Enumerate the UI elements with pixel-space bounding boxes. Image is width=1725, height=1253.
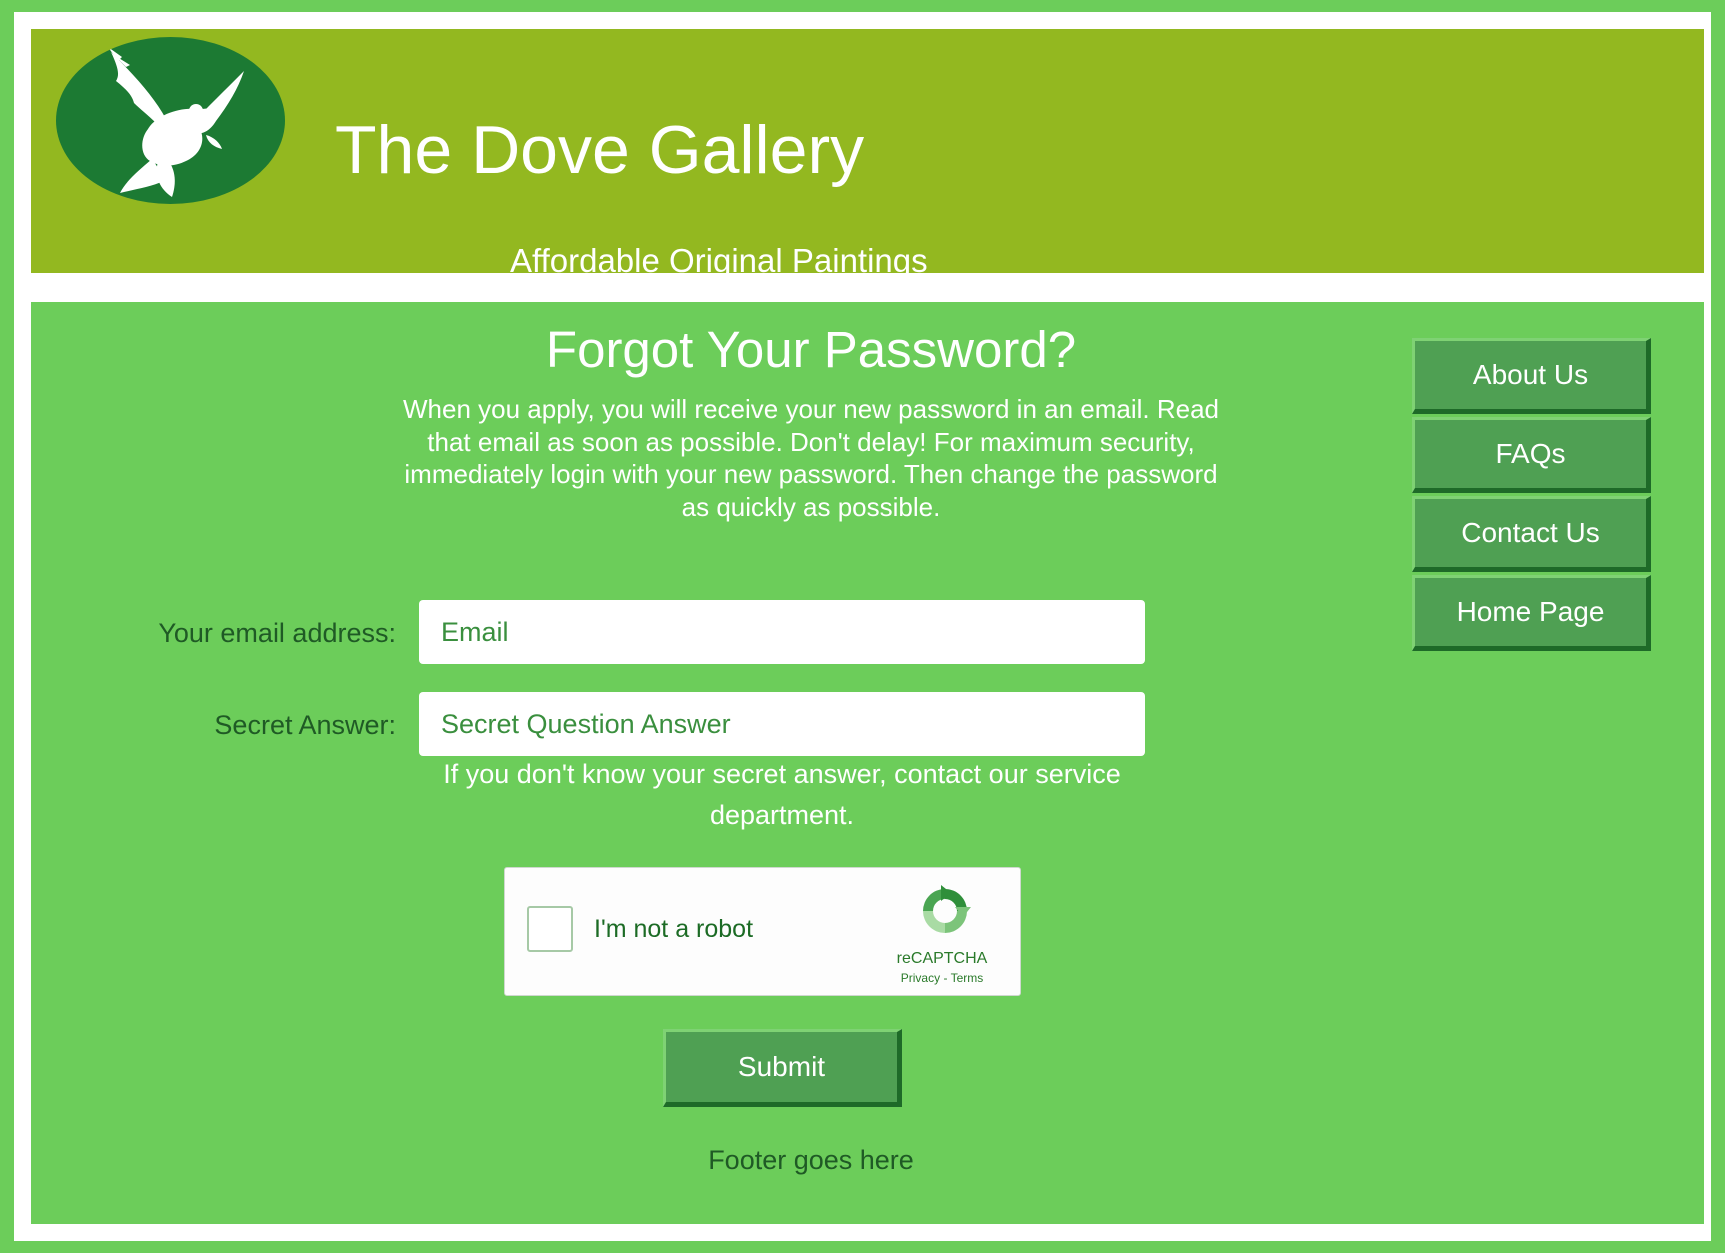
- main-content: Forgot Your Password? When you apply, yo…: [31, 302, 1704, 1224]
- dove-icon[interactable]: [56, 37, 285, 204]
- footer: Footer goes here: [708, 1145, 914, 1175]
- recaptcha-privacy-link[interactable]: Privacy: [901, 971, 940, 985]
- intro-text: When you apply, you will receive your ne…: [402, 394, 1220, 522]
- site-title: The Dove Gallery: [335, 112, 865, 188]
- recaptcha-label: I'm not a robot: [594, 915, 754, 943]
- nav-contact-us-button[interactable]: Contact Us: [1412, 496, 1651, 572]
- recaptcha-icon: [923, 885, 971, 933]
- secret-answer-field[interactable]: [419, 692, 1145, 756]
- recaptcha-checkbox[interactable]: [527, 906, 573, 952]
- submit-button[interactable]: Submit: [663, 1029, 902, 1107]
- site-tagline: Affordable Original Paintings: [510, 242, 928, 279]
- nav-faqs-button[interactable]: FAQs: [1412, 417, 1651, 493]
- email-field[interactable]: [419, 600, 1145, 664]
- recaptcha-widget: I'm not a robot reCAPTCHA Privacy - Term…: [504, 867, 1021, 996]
- nav-home-page-button[interactable]: Home Page: [1412, 575, 1651, 651]
- recaptcha-links: Privacy - Terms: [883, 971, 1001, 985]
- recaptcha-terms-link[interactable]: Terms: [951, 971, 984, 985]
- recaptcha-link-separator: -: [940, 971, 951, 985]
- nav-about-us-button[interactable]: About Us: [1412, 338, 1651, 414]
- secret-answer-label: Secret Answer:: [214, 710, 396, 740]
- page-title: Forgot Your Password?: [545, 321, 1077, 378]
- recaptcha-brand: reCAPTCHA: [896, 950, 988, 967]
- secret-answer-help: If you don't know your secret answer, co…: [443, 759, 1121, 830]
- email-label: Your email address:: [158, 618, 396, 648]
- site-header: The Dove Gallery Affordable Original Pai…: [31, 29, 1704, 279]
